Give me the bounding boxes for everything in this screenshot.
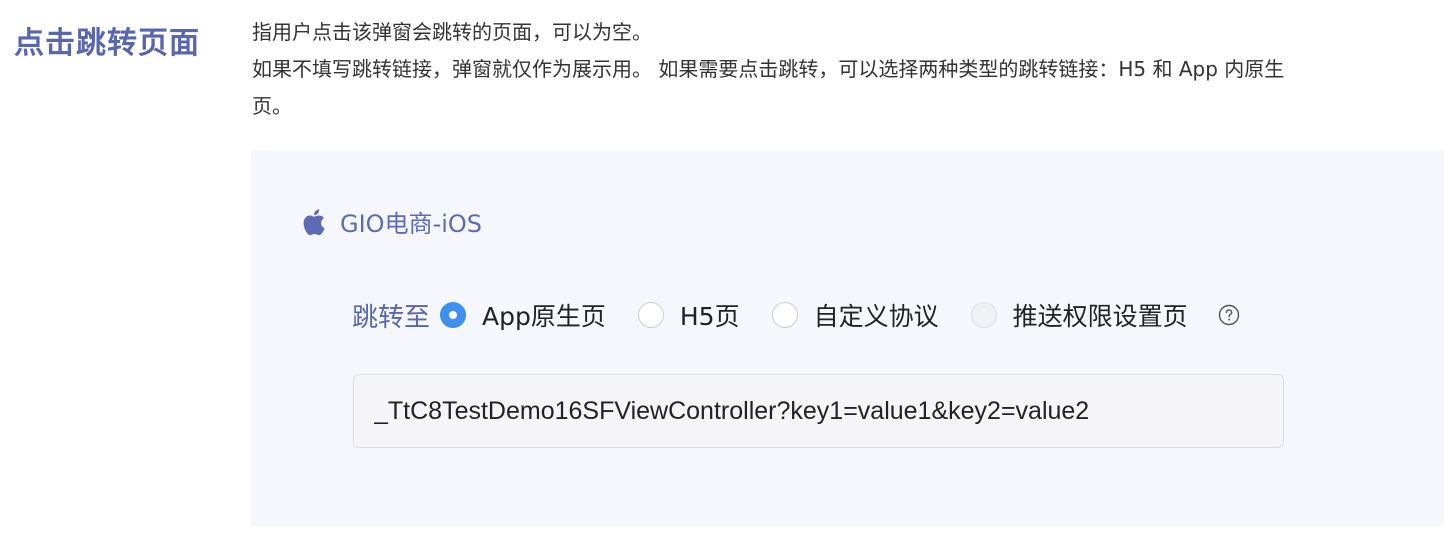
radio-label-app-native: App原生页 bbox=[482, 302, 606, 331]
radio-label-push-permission: 推送权限设置页 bbox=[1012, 302, 1188, 331]
radio-button-custom-protocol[interactable] bbox=[771, 302, 798, 328]
radio-label-custom-protocol: 自定义协议 bbox=[813, 302, 939, 331]
radio-app-native[interactable]: App原生页 bbox=[440, 297, 606, 333]
description-line-1: 指用户点击该弹窗会跳转的页面，可以为空。 bbox=[252, 20, 652, 44]
app-name: GIO电商-iOS bbox=[340, 210, 483, 238]
app-header: GIO电商-iOS bbox=[300, 204, 482, 239]
radio-button-push-permission[interactable] bbox=[970, 302, 997, 328]
radio-label-h5: H5页 bbox=[679, 302, 740, 331]
jump-config-panel: GIO电商-iOS 跳转至 App原生页 H5页 自定义协议 推送权限设置页 bbox=[251, 150, 1444, 526]
section-title: 点击跳转页面 bbox=[14, 26, 200, 61]
apple-icon bbox=[303, 208, 325, 235]
jump-label: 跳转至 bbox=[352, 302, 431, 333]
radio-push-permission[interactable]: 推送权限设置页 bbox=[970, 297, 1188, 333]
radio-button-app-native[interactable] bbox=[440, 302, 467, 328]
question-circle-icon[interactable] bbox=[1218, 304, 1240, 326]
description-line-3: 页。 bbox=[252, 94, 292, 118]
radio-button-h5[interactable] bbox=[637, 302, 664, 328]
description: 指用户点击该弹窗会跳转的页面，可以为空。 如果不填写跳转链接，弹窗就仅作为展示用… bbox=[252, 14, 1432, 125]
description-line-2: 如果不填写跳转链接，弹窗就仅作为展示用。 如果需要点击跳转，可以选择两种类型的跳… bbox=[252, 57, 1285, 81]
jump-target-row: 跳转至 App原生页 H5页 自定义协议 推送权限设置页 bbox=[352, 295, 1240, 335]
radio-h5[interactable]: H5页 bbox=[637, 297, 740, 333]
radio-custom-protocol[interactable]: 自定义协议 bbox=[771, 297, 939, 333]
link-input[interactable] bbox=[353, 374, 1284, 448]
